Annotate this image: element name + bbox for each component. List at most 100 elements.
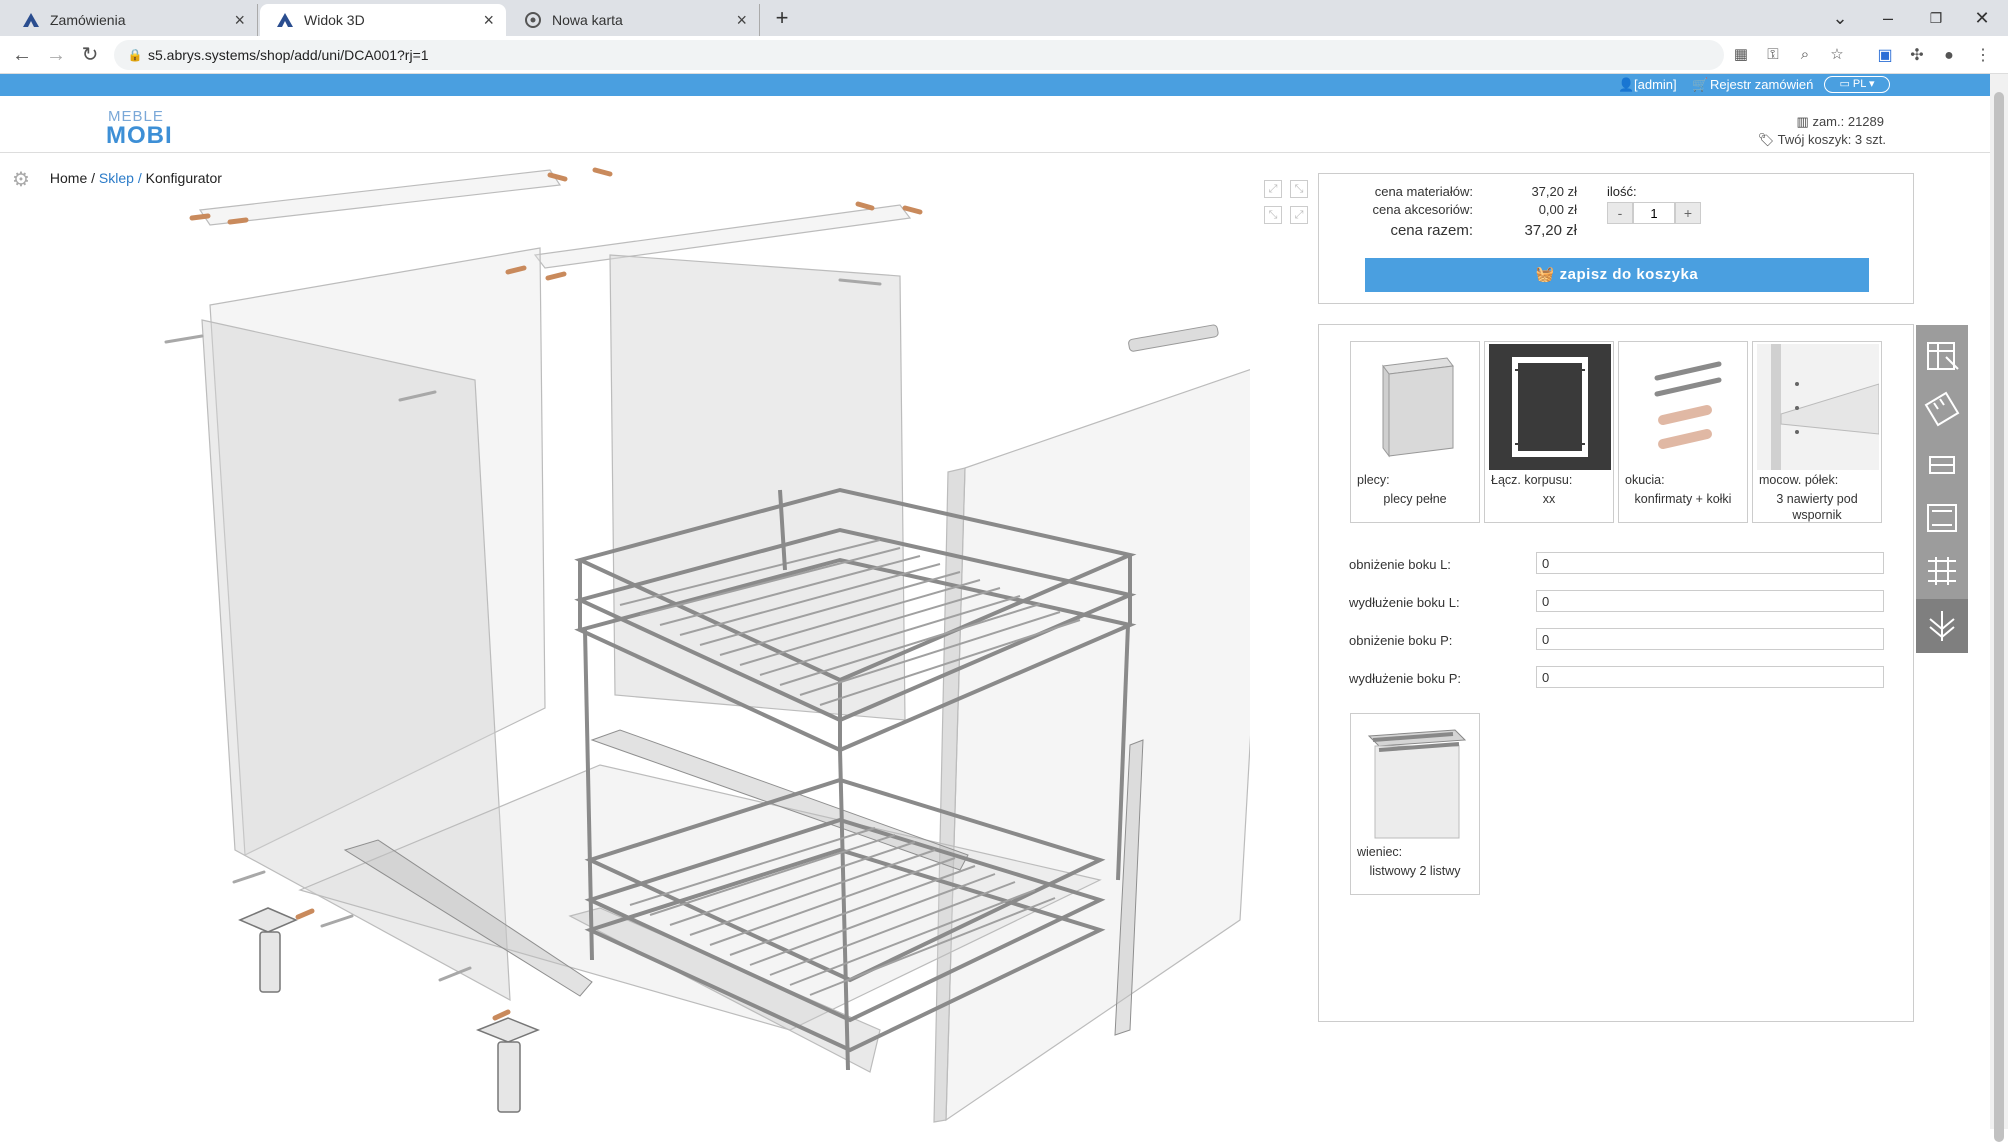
- cart-summary[interactable]: 🏷 Twój koszyk: 3 szt.: [1758, 132, 1886, 148]
- total-price-value: 37,20 zł: [1524, 222, 1577, 239]
- url-text[interactable]: s5.abrys.systems/shop/add/uni/DCA001?rj=…: [148, 40, 429, 70]
- option-card-back[interactable]: plecy: plecy pełne: [1350, 341, 1480, 523]
- lowering-right-input[interactable]: [1536, 628, 1884, 650]
- close-tab-icon[interactable]: ×: [483, 4, 494, 36]
- breadcrumb-separator: /: [91, 170, 96, 186]
- page-scrollbar[interactable]: [1990, 74, 2008, 1142]
- back-icon[interactable]: ←: [8, 41, 36, 69]
- close-tab-icon[interactable]: ×: [736, 4, 747, 36]
- add-to-cart-button[interactable]: 🧺 zapisz do koszyka: [1365, 258, 1869, 292]
- forward-icon[interactable]: →: [42, 41, 70, 69]
- tab-nowa-karta[interactable]: Nowa karta ×: [508, 4, 760, 36]
- extension-icon[interactable]: ▣: [1874, 45, 1896, 67]
- barcode-icon: ▥: [1796, 114, 1809, 129]
- option-label: Łącz. korpusu:: [1491, 473, 1573, 487]
- quantity-label: ilość:: [1607, 184, 1637, 199]
- address-bar[interactable]: 🔒 s5.abrys.systems/shop/add/uni/DCA001?r…: [114, 40, 1844, 70]
- breadcrumb-home[interactable]: Home: [50, 170, 87, 186]
- qr-code-icon[interactable]: ▦: [1730, 44, 1752, 66]
- quantity-decrease-button[interactable]: -: [1607, 202, 1633, 224]
- new-tab-button[interactable]: +: [768, 4, 796, 32]
- minimize-icon[interactable]: –: [1874, 4, 1902, 32]
- reload-icon[interactable]: ↻: [76, 41, 104, 69]
- collapse-icon[interactable]: ⤡: [1264, 206, 1282, 224]
- lowering-left-input[interactable]: [1536, 552, 1884, 574]
- scrollbar-thumb[interactable]: [1994, 92, 2004, 1142]
- quantity-input[interactable]: [1633, 202, 1675, 224]
- order-number[interactable]: ▥ zam.: 21289: [1797, 114, 1884, 130]
- accessories-tool-button[interactable]: [1916, 599, 1968, 653]
- expand-icon[interactable]: ⤢: [1264, 180, 1282, 198]
- close-window-icon[interactable]: ✕: [1968, 4, 1996, 32]
- accessories-price-label: cena akcesoriów:: [1372, 202, 1473, 217]
- orders-register-link[interactable]: Rejestr zamówień: [1710, 77, 1813, 92]
- shelves-icon: [1928, 557, 1956, 585]
- extensions-puzzle-icon[interactable]: ✣: [1906, 45, 1928, 67]
- drawer-icon: [1929, 456, 1955, 474]
- breadcrumb-shop[interactable]: Sklep: [99, 170, 134, 186]
- close-tab-icon[interactable]: ×: [234, 4, 245, 36]
- bookmark-star-icon[interactable]: ☆: [1826, 44, 1848, 66]
- tab-title: Zamówienia: [50, 12, 126, 28]
- front-tool-button[interactable]: [1916, 491, 1968, 545]
- option-value: xx: [1542, 492, 1556, 506]
- restore-icon[interactable]: ❐: [1922, 4, 1950, 32]
- field-label-extension-left: wydłużenie boku L:: [1349, 595, 1460, 610]
- 3d-viewport[interactable]: ⤢ ⤡ ⤡ ⤢: [140, 160, 1310, 1130]
- option-label: wieniec:: [1357, 845, 1403, 859]
- option-card-shelf-mounting[interactable]: mocow. półek: 3 nawierty pod wspornik: [1752, 341, 1882, 523]
- accessories-price-value: 0,00 zł: [1538, 202, 1577, 217]
- field-label-lowering-right: obniżenie boku P:: [1349, 633, 1453, 648]
- zoom-icon[interactable]: ⌕: [1794, 44, 1816, 66]
- site-top-bar: 👤 [admin] 🛒 Rejestr zamówień ▭ PL ▾: [0, 74, 1990, 96]
- extension-right-input[interactable]: [1536, 666, 1884, 688]
- materials-palette-icon: [1927, 342, 1959, 370]
- basket-icon: 🧺: [1535, 266, 1555, 283]
- body-joint-frame-icon: [1489, 344, 1611, 470]
- logo-bottom-text: MOBI: [106, 122, 173, 149]
- cabinet-back-panel-icon: [1382, 357, 1454, 458]
- dimensions-tool-button[interactable]: [1916, 383, 1968, 437]
- shelf-mounting-icon: [1757, 344, 1879, 470]
- materials-tool-button[interactable]: [1916, 329, 1968, 383]
- site-header: MEBLE MOBI ▥ zam.: 21289 🏷 Twój koszyk: …: [0, 96, 1990, 153]
- price-panel: cena materiałów: 37,20 zł cena akcesorió…: [1318, 173, 1914, 304]
- option-card-crown[interactable]: wieniec: listwowy 2 listwy: [1350, 713, 1480, 895]
- option-label: okucia:: [1625, 473, 1665, 487]
- front-panel-icon: [1927, 504, 1957, 532]
- order-number-text: zam.: 21289: [1812, 114, 1884, 129]
- exit-fullscreen-icon[interactable]: ⤢: [1290, 206, 1308, 224]
- flag-icon: ▭: [1839, 78, 1850, 90]
- materials-price-label: cena materiałów:: [1374, 184, 1473, 199]
- user-link[interactable]: [admin]: [1634, 77, 1677, 92]
- profile-icon[interactable]: ●: [1938, 45, 1960, 67]
- caret-down-icon: ▾: [1869, 78, 1875, 90]
- option-value: listwowy 2 listwy: [1369, 864, 1461, 878]
- abrys-logo-icon: [277, 13, 293, 27]
- key-icon[interactable]: ⚿: [1762, 44, 1784, 66]
- option-card-body-joint[interactable]: Łącz. korpusu: xx: [1484, 341, 1614, 523]
- drawer-tool-button[interactable]: [1916, 437, 1968, 491]
- exploded-cabinet-3d-view: [164, 167, 1250, 1123]
- tab-title: Widok 3D: [304, 12, 365, 28]
- browser-menu-icon[interactable]: ⋮: [1972, 45, 1994, 67]
- gear-icon[interactable]: ⚙: [12, 167, 34, 192]
- tab-search-icon[interactable]: ⌄: [1826, 4, 1854, 32]
- quantity-increase-button[interactable]: +: [1675, 202, 1701, 224]
- tab-zamowienia[interactable]: Zamówienia ×: [6, 4, 258, 36]
- accessories-icon: [1929, 611, 1955, 641]
- fullscreen-icon[interactable]: ⤡: [1290, 180, 1308, 198]
- materials-price-value: 37,20 zł: [1531, 184, 1577, 199]
- option-card-fittings[interactable]: okucia: konfirmaty + kołki: [1618, 341, 1748, 523]
- option-value: 3 nawierty pod wspornik: [1776, 492, 1858, 522]
- lock-icon[interactable]: 🔒: [124, 44, 146, 66]
- abrys-logo-icon: [23, 13, 39, 27]
- tab-widok-3d[interactable]: Widok 3D ×: [260, 4, 506, 36]
- language-select[interactable]: ▭ PL ▾: [1824, 76, 1890, 93]
- side-toolbar: [1916, 325, 1968, 653]
- shelves-tool-button[interactable]: [1916, 545, 1968, 599]
- browser-toolbar: ← → ↻ 🔒 s5.abrys.systems/shop/add/uni/DC…: [0, 36, 2008, 74]
- extension-left-input[interactable]: [1536, 590, 1884, 612]
- language-value: PL: [1852, 78, 1866, 90]
- total-price-label: cena razem:: [1390, 222, 1473, 239]
